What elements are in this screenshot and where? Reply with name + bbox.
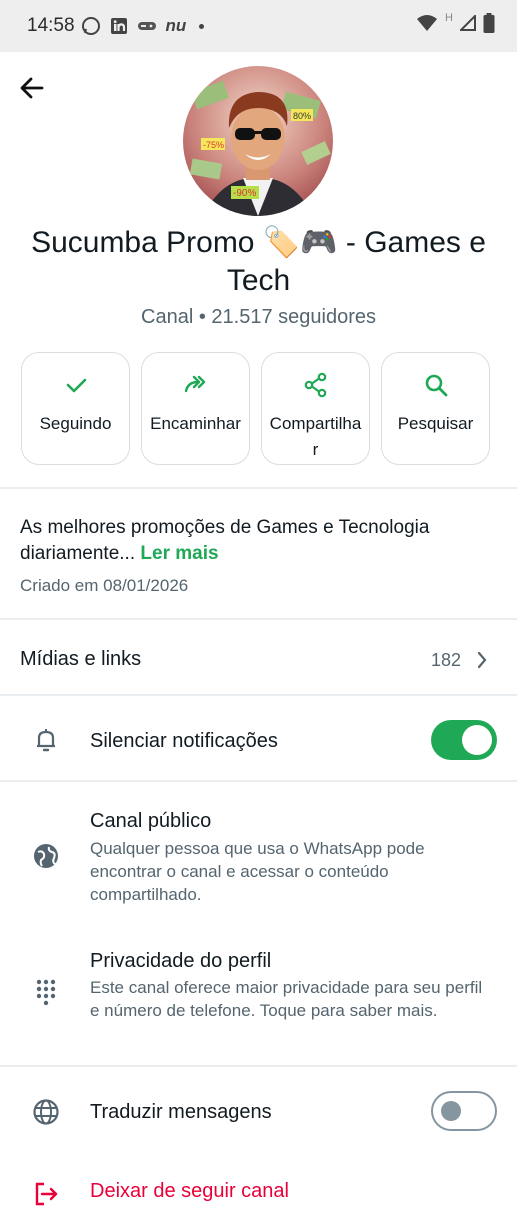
dot-icon [199,23,205,29]
meta-separator: • [198,306,206,328]
avatar-badge-80: 80% [293,111,311,121]
public-channel-label: Canal público [90,810,212,832]
search-button[interactable]: Pesquisar [381,352,490,465]
read-more-link[interactable]: Ler mais [140,543,218,564]
linkedin-icon [110,18,127,34]
created-date: Criado em 08/01/2026 [20,576,189,595]
divider [0,487,517,489]
toggle-knob [462,725,492,755]
toggle-knob [441,1101,461,1121]
wifi-icon [417,15,438,31]
status-time: 14:58 [27,15,75,36]
profile-privacy-row[interactable]: Privacidade do perfil Este canal oferece… [0,930,517,1060]
avatar-badge-90: -90% [233,188,256,199]
globe-filled-icon [34,844,58,868]
public-channel-description: Qualquer pessoa que usa o WhatsApp pode … [90,839,425,904]
notification-icons: nu [81,16,205,36]
avatar-image: 80% -75% -90% [189,80,331,216]
channel-avatar[interactable]: 80% -75% -90% [183,66,333,216]
follower-count: 21.517 seguidores [211,306,376,328]
mute-label: Silenciar notificações [90,730,278,752]
media-links-label: Mídias e links [20,648,142,670]
status-bar: 14:58 nu H [0,0,517,52]
search-icon [425,374,447,397]
forward-label: Encaminhar [150,414,241,433]
avatar-badge-75: -75% [203,140,224,150]
description-text: As melhores promoções de Games e Tecnolo… [20,517,430,564]
check-icon [66,378,86,393]
signal-icon [460,15,476,31]
whatsapp-icon [81,17,100,35]
nubank-icon: nu [165,16,187,35]
globe-icon [33,1099,59,1125]
following-label: Seguindo [39,414,112,433]
search-label: Pesquisar [397,414,474,433]
following-button[interactable]: Seguindo [21,352,130,465]
translate-messages-row[interactable]: Traduzir mensagens [0,1067,517,1157]
channel-name: Sucumba Promo 🏷️🎮 - Games e Tech [31,226,486,297]
share-button[interactable]: Compartilhar [261,352,370,465]
channel-description: As melhores promoções de Games e Tecnolo… [20,515,500,567]
exit-icon [35,1182,58,1206]
channel-type: Canal [141,306,194,328]
dialpad-icon [36,979,56,1006]
translate-label: Traduzir mensagens [90,1101,272,1123]
share-label: Compartilhar [269,414,362,459]
divider [0,780,517,782]
bell-icon [37,729,55,752]
system-icons: H [416,12,495,33]
network-type-label: H [445,12,453,24]
mute-toggle[interactable] [431,720,497,760]
game-controller-icon [137,22,156,30]
profile-privacy-description: Este canal oferece maior privacidade par… [90,978,483,1020]
media-links-row[interactable]: Mídias e links 182 [0,620,517,694]
profile-privacy-label: Privacidade do perfil [90,950,272,972]
unfollow-channel-row[interactable]: Deixar de seguir canal [0,1166,517,1206]
action-buttons: Seguindo Encaminhar Compartilhar Pesquis… [21,352,490,465]
back-arrow-icon[interactable] [16,72,48,104]
forward-button[interactable]: Encaminhar [141,352,250,465]
battery-icon [483,13,495,33]
chevron-right-icon [477,651,487,669]
channel-meta: Canal • 21.517 seguidores [0,306,517,329]
translate-toggle[interactable] [431,1091,497,1131]
public-channel-row[interactable]: Canal público Qualquer pessoa que usa o … [0,790,517,920]
forward-icon [184,375,205,393]
mute-notifications-row[interactable]: Silenciar notificações [0,696,517,780]
media-count: 182 [430,650,461,670]
share-icon [304,372,326,398]
